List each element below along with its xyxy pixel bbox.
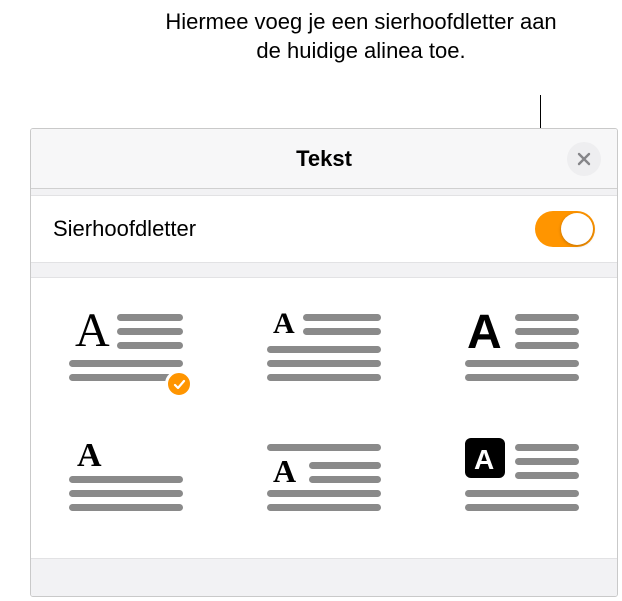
close-button[interactable] — [567, 142, 601, 176]
callout-text: Hiermee voeg je een sierhoofdletter aan … — [160, 8, 562, 65]
svg-text:A: A — [467, 306, 502, 359]
style-option-bold-inline[interactable]: A — [465, 306, 579, 388]
drop-cap-row: Sierhoofdletter — [31, 195, 617, 263]
style-option-raised-small[interactable]: A — [267, 306, 381, 388]
style-option-inset-bold[interactable]: A — [267, 436, 381, 518]
drop-cap-boxed-reverse-icon: A — [465, 436, 579, 518]
panel-title: Tekst — [296, 146, 352, 172]
panel-header: Tekst — [31, 129, 617, 189]
svg-text:A: A — [273, 307, 295, 340]
drop-cap-raised-large-icon: A — [69, 306, 183, 388]
drop-cap-toggle[interactable] — [535, 211, 595, 247]
drop-cap-bold-inline-icon: A — [465, 306, 579, 388]
style-option-boxed-reverse[interactable]: A — [465, 436, 579, 518]
svg-text:A: A — [77, 437, 102, 474]
panel-body: Sierhoofdletter A — [31, 189, 617, 596]
drop-cap-inset-bold-icon: A — [267, 436, 381, 518]
style-option-margin-top[interactable]: A — [69, 436, 183, 518]
svg-text:A: A — [474, 444, 494, 475]
selected-check-badge — [165, 370, 193, 398]
svg-text:A: A — [75, 306, 110, 357]
drop-cap-raised-small-icon: A — [267, 306, 381, 388]
check-icon — [173, 378, 186, 391]
close-icon — [577, 152, 591, 166]
style-option-raised-large[interactable]: A — [69, 306, 183, 388]
drop-cap-margin-top-icon: A — [69, 436, 183, 518]
toggle-knob — [561, 213, 593, 245]
drop-cap-style-grid: A — [61, 306, 587, 518]
drop-cap-label: Sierhoofdletter — [53, 216, 196, 242]
svg-text:A: A — [273, 453, 296, 489]
callout: Hiermee voeg je een sierhoofdletter aan … — [0, 8, 622, 65]
text-panel: Tekst Sierhoofdletter A — [30, 128, 618, 597]
drop-cap-styles-section: A — [31, 277, 617, 559]
